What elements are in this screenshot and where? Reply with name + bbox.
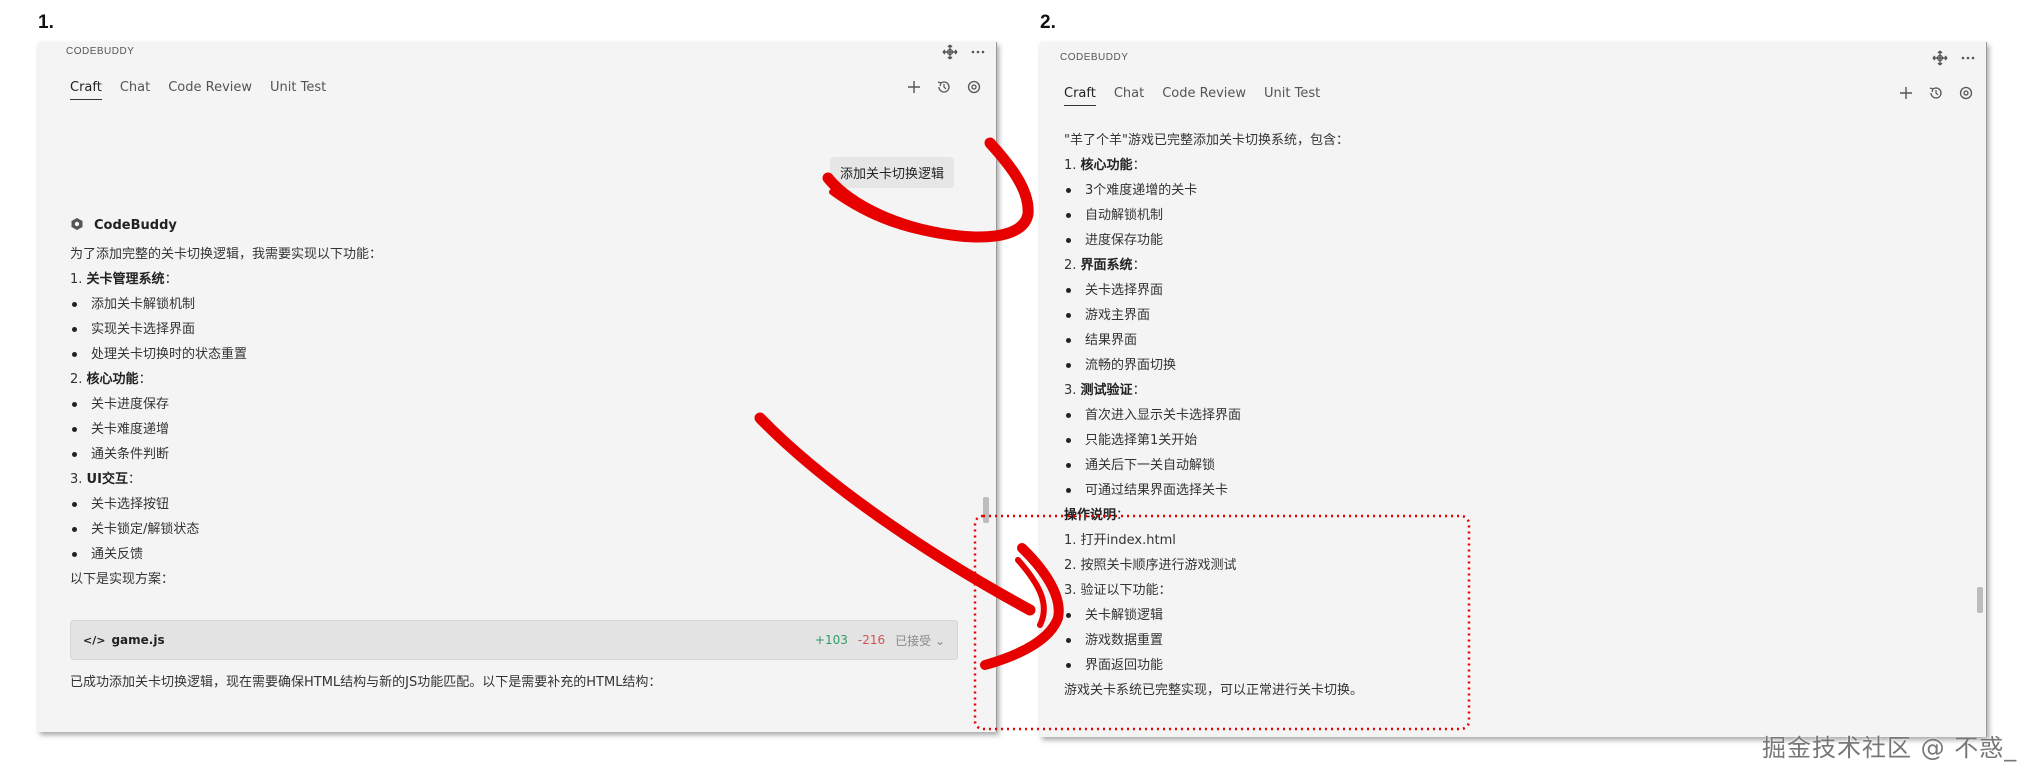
list-item: 结果界面 [1064,328,1944,353]
section-heading: 2. 核心功能： [70,372,152,387]
list-item: 通关后下一关自动解锁 [1064,453,1944,478]
list-item: 进度保存功能 [1064,228,1944,253]
ops-heading: 操作说明： [1064,508,1130,523]
list-item: 首次进入显示关卡选择界面 [1064,403,1944,428]
list-item: 流畅的界面切换 [1064,353,1944,378]
list-item: 关卡选择按钮 [70,492,950,517]
scrollbar[interactable] [1976,132,1984,732]
list-item: 关卡进度保存 [70,392,950,417]
history-icon[interactable] [936,79,952,95]
codebuddy-logo-icon [70,217,86,233]
move-icon[interactable] [942,44,958,60]
new-chat-icon[interactable] [906,79,922,95]
codebuddy-panel-left: CODEBUDDY Craft Chat Code Review Unit Te… [38,42,997,732]
step-1-label: 1. [38,12,54,33]
settings-icon[interactable] [1958,85,1974,101]
tab-code-review[interactable]: Code Review [168,80,252,100]
panel-title: CODEBUDDY [1060,52,1129,63]
footer-text: 已成功添加关卡切换逻辑，现在需要确保HTML结构与新的JS功能匹配。以下是需要补… [70,675,662,690]
new-chat-icon[interactable] [1898,85,1914,101]
section-heading: 1. 关卡管理系统： [70,272,178,287]
accepted-status: 已接受 ⌄ [895,633,945,648]
list-item: 只能选择第1关开始 [1064,428,1944,453]
watermark: 掘金技术社区 @ 不惑_ [1762,734,2018,762]
user-message: 添加关卡切换逻辑 [830,157,955,188]
list-item: 游戏主界面 [1064,303,1944,328]
code-icon: </> [83,633,106,647]
tab-chat[interactable]: Chat [120,80,150,100]
assistant-message: 为了添加完整的关卡切换逻辑，我需要实现以下功能： 1. 关卡管理系统： 添加关卡… [70,242,950,592]
tab-craft[interactable]: Craft [70,80,102,100]
summary-text: "羊了个羊"游戏已完整添加关卡切换系统，包含： [1064,133,1349,148]
list-item: 通关反馈 [70,542,950,567]
tab-craft[interactable]: Craft [1064,86,1096,106]
ops-step: 2. 按照关卡顺序进行游戏测试 [1064,558,1237,573]
section-heading: 3. UI交互： [70,472,141,487]
list-item: 添加关卡解锁机制 [70,292,950,317]
tab-code-review[interactable]: Code Review [1162,86,1246,106]
chevron-down-icon: ⌄ [934,633,945,648]
assistant-name: CodeBuddy [94,217,177,233]
settings-icon[interactable] [966,79,982,95]
list-item: 关卡解锁逻辑 [1064,603,1944,628]
list-item: 关卡难度递增 [70,417,950,442]
section-heading: 2. 界面系统： [1064,258,1146,273]
ops-step: 3. 验证以下功能： [1064,583,1172,598]
list-item: 实现关卡选择界面 [70,317,950,342]
file-name: </> game.js [83,633,165,647]
section-heading: 3. 测试验证： [1064,383,1146,398]
list-item: 自动解锁机制 [1064,203,1944,228]
list-item: 3个难度递增的关卡 [1064,178,1944,203]
lines-removed: -216 [857,633,886,647]
history-icon[interactable] [1928,85,1944,101]
list-item: 关卡锁定/解锁状态 [70,517,950,542]
list-item: 界面返回功能 [1064,653,1944,678]
tab-unit-test[interactable]: Unit Test [270,80,326,100]
assistant-summary: "羊了个羊"游戏已完整添加关卡切换系统，包含： 1. 核心功能： 3个难度递增的… [1064,128,1944,703]
scrollbar-thumb[interactable] [983,497,989,523]
codebuddy-panel-right: CODEBUDDY Craft Chat Code Review Unit Te… [1040,42,1987,737]
move-icon[interactable] [1932,50,1948,66]
tab-bar: Craft Chat Code Review Unit Test [70,80,326,100]
ops-step: 1. 打开index.html [1064,533,1176,548]
more-icon[interactable] [1960,50,1976,66]
more-icon[interactable] [970,44,986,60]
list-item: 处理关卡切换时的状态重置 [70,342,950,367]
step-2-label: 2. [1040,12,1056,33]
list-item: 可通过结果界面选择关卡 [1064,478,1944,503]
scrollbar[interactable] [982,127,990,727]
assistant-header: CodeBuddy [70,217,177,233]
conclusion-text: 游戏关卡系统已完整实现，可以正常进行关卡切换。 [1064,683,1364,698]
list-item: 关卡选择界面 [1064,278,1944,303]
tab-chat[interactable]: Chat [1114,86,1144,106]
file-change-card[interactable]: </> game.js +103 -216 已接受 ⌄ [70,620,958,660]
section-heading: 1. 核心功能： [1064,158,1146,173]
panel-title: CODEBUDDY [66,46,135,57]
tab-bar: Craft Chat Code Review Unit Test [1064,86,1320,106]
scrollbar-thumb[interactable] [1977,587,1983,613]
tab-unit-test[interactable]: Unit Test [1264,86,1320,106]
intro-text: 为了添加完整的关卡切换逻辑，我需要实现以下功能： [70,247,383,262]
list-item: 通关条件判断 [70,442,950,467]
list-item: 游戏数据重置 [1064,628,1944,653]
lines-added: +103 [814,633,848,647]
plan-text: 以下是实现方案： [70,572,175,587]
